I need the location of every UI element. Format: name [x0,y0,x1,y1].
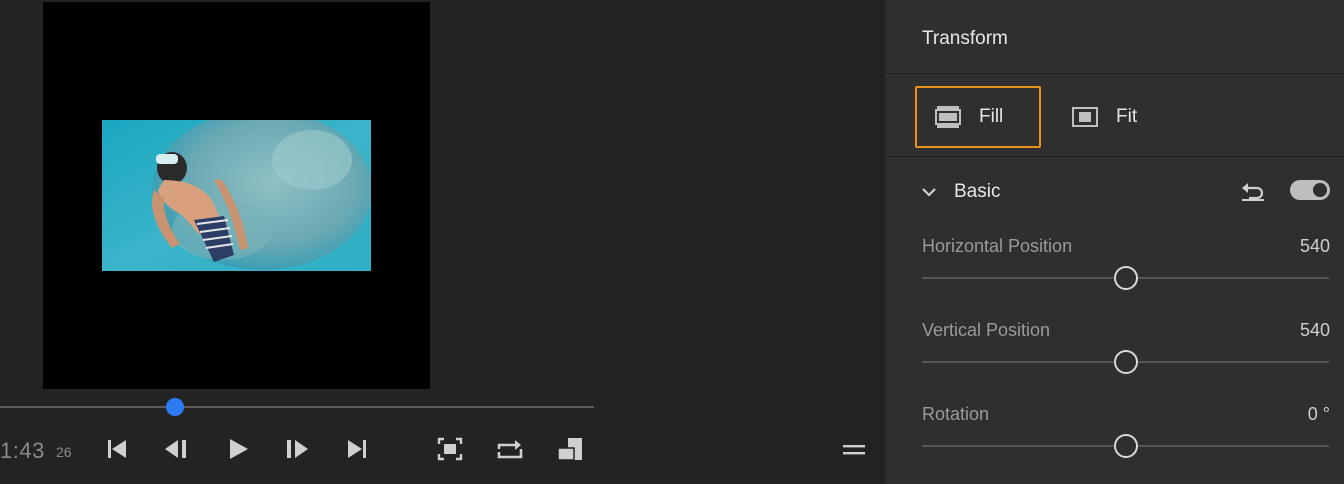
loop-icon [497,440,523,459]
hamburger-icon [843,445,865,455]
divider [885,73,1344,74]
property-label: Vertical Position [922,320,1051,340]
slider-thumb[interactable] [1113,266,1138,290]
section-enable-toggle[interactable] [1290,180,1330,200]
property-label: Rotation [922,404,990,424]
property-value[interactable]: 540 [1300,236,1330,257]
skip-back-icon [108,440,126,458]
loop-button[interactable] [495,434,525,464]
reset-button[interactable] [1240,180,1266,202]
toggle-knob [1313,183,1327,197]
chevron-down-icon[interactable] [920,183,938,201]
slider-thumb[interactable] [1113,350,1138,374]
preview-area: 1:43 26 [0,0,885,484]
panel-menu-button[interactable] [840,438,868,462]
property-value[interactable]: 0 ° [1308,404,1330,425]
property-value[interactable]: 540 [1300,320,1330,341]
property-label: Horizontal Position [922,236,1073,256]
fit-mode-button[interactable]: Fit [1072,86,1182,148]
skip-forward-icon [348,440,366,458]
transform-panel: Transform Fill Fit Basic Horizontal Posi… [885,0,1344,484]
frame-count: 26 [56,444,72,460]
step-back-button[interactable] [162,434,192,464]
fit-mode-label: Fit [1116,106,1138,127]
play-icon [230,439,248,459]
fit-icon [1072,107,1098,127]
timecode: 1:43 [0,438,45,463]
play-button[interactable] [223,434,253,464]
fill-mode-button[interactable]: Fill [915,86,1041,148]
resolution-button[interactable] [555,434,585,464]
go-to-end-button[interactable] [342,434,372,464]
fill-icon [935,106,961,128]
frame-fit-icon [437,437,463,461]
reset-icon [1242,183,1264,201]
playhead-handle[interactable] [166,398,185,416]
section-title: Basic [954,181,1001,202]
divider [885,156,1344,157]
step-forward-button[interactable] [282,434,312,464]
go-to-start-button[interactable] [102,434,132,464]
video-canvas[interactable] [43,2,430,389]
basic-section-header: Basic [920,178,1330,206]
fit-frame-button[interactable] [435,434,465,464]
step-forward-icon [287,440,308,458]
slider-thumb[interactable] [1113,434,1138,458]
fill-mode-label: Fill [979,106,1004,127]
video-frame [102,120,371,271]
panel-title: Transform [922,28,1008,49]
app-window: 1:43 26 Transform Fill Fit Basic Horizon… [0,0,1344,484]
resolution-icon [557,438,582,461]
step-back-icon [165,440,186,458]
timeline-track[interactable] [0,406,594,408]
underwater-swimmer-image [102,120,371,271]
